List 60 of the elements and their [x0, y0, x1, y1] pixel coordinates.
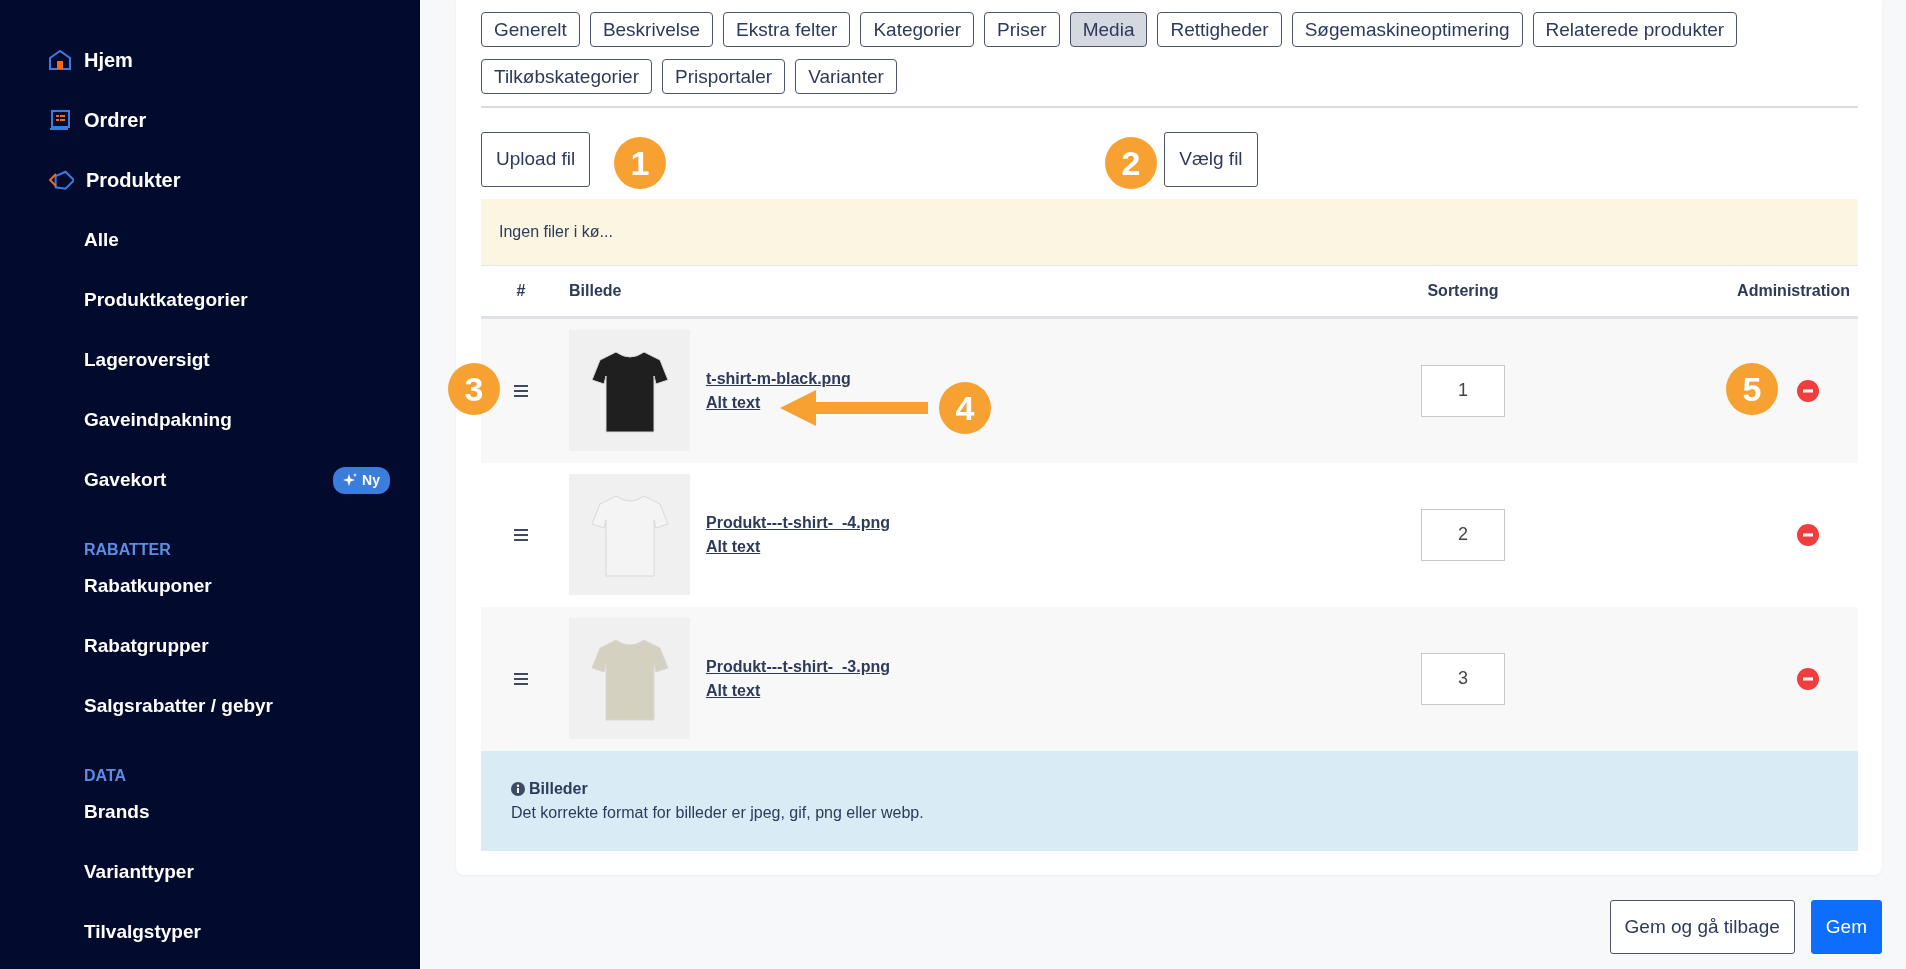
alt-text-link[interactable]: Alt text [706, 390, 761, 415]
column-header: Sortering [1427, 281, 1499, 299]
sidebar-item[interactable]: Salgsrabatter / gebyr [84, 691, 274, 721]
choose-file-button[interactable]: Vælg fil [1164, 132, 1258, 187]
filename-link[interactable]: t-shirt-m-black.png [706, 366, 851, 391]
upload-file-button[interactable]: Upload fil [481, 132, 591, 187]
queue-message: Ingen filer i kø... [481, 198, 1858, 265]
tab[interactable]: Priser [984, 12, 1060, 47]
sidebar-item[interactable]: Lageroversigt [84, 345, 210, 375]
sidebar-section-heading: RABATTER [84, 540, 171, 560]
sidebar-item[interactable]: Hjem [84, 45, 133, 75]
sidebar-item[interactable]: Produktkategorier [84, 285, 248, 315]
home-icon [48, 48, 72, 72]
remove-icon[interactable] [1797, 523, 1819, 546]
column-header: # [516, 281, 526, 299]
tab[interactable]: Generelt [481, 12, 580, 47]
tag-icon [48, 168, 74, 192]
receipt-icon [48, 108, 72, 132]
column-header: Administration [1737, 281, 1850, 299]
tab[interactable]: Media [1069, 12, 1148, 47]
tab[interactable]: Prisportaler [662, 59, 786, 94]
save-button[interactable]: Gem [1810, 899, 1882, 954]
tab[interactable]: Rettigheder [1157, 12, 1282, 47]
filename-link[interactable]: Produkt---t-shirt-_-3.png [706, 654, 890, 679]
sidebar-item[interactable]: Rabatgrupper [84, 631, 209, 661]
alt-text-link[interactable]: Alt text [706, 534, 761, 559]
column-header: Billede [569, 281, 622, 299]
sidebar-item[interactable]: Produkter [86, 165, 181, 195]
tab[interactable]: Beskrivelse [589, 12, 714, 47]
tab[interactable]: Ekstra felter [723, 12, 851, 47]
new-badge: Ny [333, 466, 390, 494]
sparkle-icon [343, 473, 358, 487]
tab[interactable]: Kategorier [860, 12, 975, 47]
alt-text-link[interactable]: Alt text [706, 678, 761, 703]
sidebar-item[interactable]: Ordrer [84, 105, 147, 135]
remove-icon[interactable] [1797, 667, 1819, 690]
tab[interactable]: Relaterede produkter [1532, 12, 1738, 47]
sidebar-item[interactable]: Varianttyper [84, 857, 194, 887]
sidebar-item[interactable]: Rabatkuponer [84, 571, 212, 601]
sidebar-section-heading: DATA [84, 766, 127, 786]
sidebar-item[interactable]: Gavekort [84, 465, 167, 495]
info-title: Billeder [529, 778, 588, 799]
sidebar-item[interactable]: Brands [84, 797, 150, 827]
save-and-back-button[interactable]: Gem og gå tilbage [1609, 899, 1795, 954]
info-text: Det korrekte format for billeder er jpeg, gif, png eller webp. [511, 802, 925, 823]
info-icon [511, 781, 525, 796]
sidebar-item[interactable]: Tilvalgstyper [84, 917, 201, 947]
drag-handle-icon[interactable] [514, 672, 528, 685]
tab[interactable]: Søgemaskineoptimering [1291, 12, 1523, 47]
remove-icon[interactable] [1797, 379, 1819, 402]
tab[interactable]: Tilkøbskategorier [481, 59, 652, 94]
sidebar-item[interactable]: Gaveindpakning [84, 405, 232, 435]
filename-link[interactable]: Produkt---t-shirt-_-4.png [706, 510, 890, 535]
sidebar-item[interactable]: Alle [84, 225, 119, 255]
drag-handle-icon[interactable] [514, 384, 528, 397]
drag-handle-icon[interactable] [514, 528, 528, 541]
sort-order-field[interactable]: 3 [1421, 652, 1505, 705]
tab[interactable]: Varianter [795, 59, 897, 94]
sort-order-field[interactable]: 1 [1421, 364, 1505, 417]
sort-order-field[interactable]: 2 [1421, 508, 1505, 561]
